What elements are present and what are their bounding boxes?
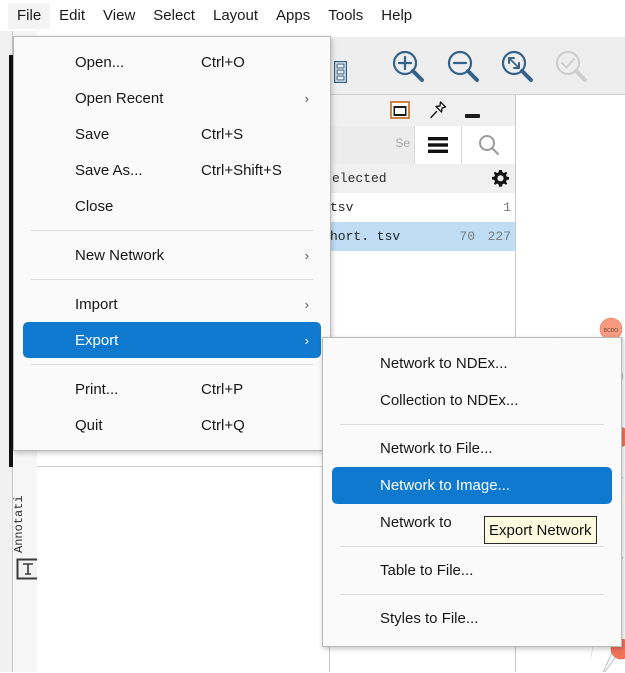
submenu-item-label: Table to File...	[380, 562, 474, 579]
tooltip: Export Network	[484, 516, 597, 544]
submenu-item-network-to-ndex[interactable]: Network to NDEx...	[332, 345, 612, 382]
menu-edit[interactable]: Edit	[50, 3, 94, 29]
table-row[interactable]: hort. tsv 70 227	[330, 222, 515, 251]
pin-icon[interactable]	[428, 100, 448, 123]
menu-item-label: Save As...	[75, 161, 143, 179]
submenu-item-network-to-file[interactable]: Network to File...	[332, 430, 612, 467]
chevron-right-icon: ›	[304, 332, 309, 348]
menu-item-shortcut: Ctrl+Q	[201, 416, 245, 434]
menu-item-label: Print...	[75, 380, 119, 398]
zoom-out-icon[interactable]	[444, 48, 482, 86]
menu-item-label: Import	[75, 295, 118, 313]
network-table-header: elected	[330, 164, 515, 194]
submenu-item-label: Network to Image...	[380, 477, 511, 494]
menu-item-shortcut: Ctrl+S	[201, 125, 244, 143]
main-body-area	[37, 466, 329, 673]
table-cell-edges: 1	[503, 200, 511, 215]
submenu-item-network-to-image[interactable]: Network to Image...	[332, 467, 612, 504]
menu-item-save[interactable]: Save Ctrl+S	[23, 116, 321, 152]
minimize-icon[interactable]	[464, 107, 482, 123]
menu-item-shortcut: Ctrl+P	[201, 380, 244, 398]
file-dropdown-menu: Open... Ctrl+O Open Recent › Save Ctrl+S…	[13, 36, 331, 451]
chevron-right-icon: ›	[304, 90, 309, 106]
table-row[interactable]: tsv 1	[330, 193, 515, 222]
table-header-label: elected	[332, 171, 387, 186]
chevron-right-icon: ›	[304, 296, 309, 312]
menu-item-label: New Network	[75, 246, 165, 264]
menu-item-quit[interactable]: Quit Ctrl+Q	[23, 407, 321, 443]
submenu-item-table-to-file[interactable]: Table to File...	[332, 552, 612, 589]
chevron-right-icon: ›	[304, 247, 309, 263]
submenu-item-label: Network to	[380, 514, 452, 531]
panel-search-row: Se	[330, 126, 515, 165]
gear-icon[interactable]	[485, 169, 515, 188]
menu-layout[interactable]: Layout	[204, 3, 267, 29]
menu-item-save-as[interactable]: Save As... Ctrl+Shift+S	[23, 152, 321, 188]
search-icon[interactable]	[462, 126, 515, 164]
menu-separator	[31, 364, 313, 365]
float-icon[interactable]	[390, 101, 410, 122]
menu-item-label: Quit	[75, 416, 103, 434]
menu-item-label: Open...	[75, 53, 125, 71]
submenu-item-label: Styles to File...	[380, 610, 479, 627]
menu-separator	[340, 594, 604, 595]
menu-item-export[interactable]: Export ›	[23, 322, 321, 358]
panel-title-bar	[330, 95, 515, 127]
menu-select[interactable]: Select	[144, 3, 204, 29]
submenu-item-collection-to-ndex[interactable]: Collection to NDEx...	[332, 382, 612, 419]
menu-bar: File Edit View Select Layout Apps Tools …	[0, 0, 625, 31]
menu-item-label: Export	[75, 331, 119, 349]
svg-text:BCDO: BCDO	[604, 328, 619, 334]
table-cell-name: hort. tsv	[330, 229, 401, 244]
menu-item-open[interactable]: Open... Ctrl+O	[23, 44, 321, 80]
menu-separator	[31, 230, 313, 231]
table-icon[interactable]	[333, 60, 348, 84]
menu-item-shortcut: Ctrl+O	[201, 53, 245, 71]
menu-separator	[340, 546, 604, 547]
export-submenu: Network to NDEx... Collection to NDEx...…	[322, 337, 622, 647]
menu-item-label: Close	[75, 197, 114, 215]
table-cell-nodes: 70	[459, 229, 475, 244]
menu-item-print[interactable]: Print... Ctrl+P	[23, 371, 321, 407]
submenu-item-styles-to-file[interactable]: Styles to File...	[332, 600, 612, 637]
table-cell-name: tsv	[330, 200, 354, 215]
menu-tools[interactable]: Tools	[319, 3, 372, 29]
search-input[interactable]: Se	[330, 126, 415, 164]
menu-item-close[interactable]: Close	[23, 188, 321, 224]
menu-separator	[340, 424, 604, 425]
menu-apps[interactable]: Apps	[267, 3, 319, 29]
menu-item-shortcut: Ctrl+Shift+S	[201, 161, 282, 179]
menu-item-label: Open Recent	[75, 89, 164, 107]
hamburger-icon[interactable]	[415, 126, 462, 164]
zoom-in-icon[interactable]	[389, 48, 427, 86]
menu-item-label: Save	[75, 125, 110, 143]
zoom-fit-icon[interactable]	[498, 48, 536, 86]
submenu-item-label: Network to NDEx...	[380, 355, 508, 372]
menu-file[interactable]: File	[8, 2, 51, 29]
table-cell-edges: 227	[487, 229, 511, 244]
menu-item-import[interactable]: Import ›	[23, 286, 321, 322]
menu-item-new-network[interactable]: New Network ›	[23, 237, 321, 273]
zoom-selected-icon	[552, 48, 590, 86]
menu-separator	[31, 279, 313, 280]
submenu-item-label: Network to File...	[380, 440, 493, 457]
menu-help[interactable]: Help	[372, 3, 421, 29]
search-placeholder: Se	[395, 136, 410, 150]
tooltip-text: Export Network	[489, 521, 592, 539]
menu-item-open-recent[interactable]: Open Recent ›	[23, 80, 321, 116]
menu-view[interactable]: View	[94, 3, 144, 29]
submenu-item-label: Collection to NDEx...	[380, 392, 519, 409]
